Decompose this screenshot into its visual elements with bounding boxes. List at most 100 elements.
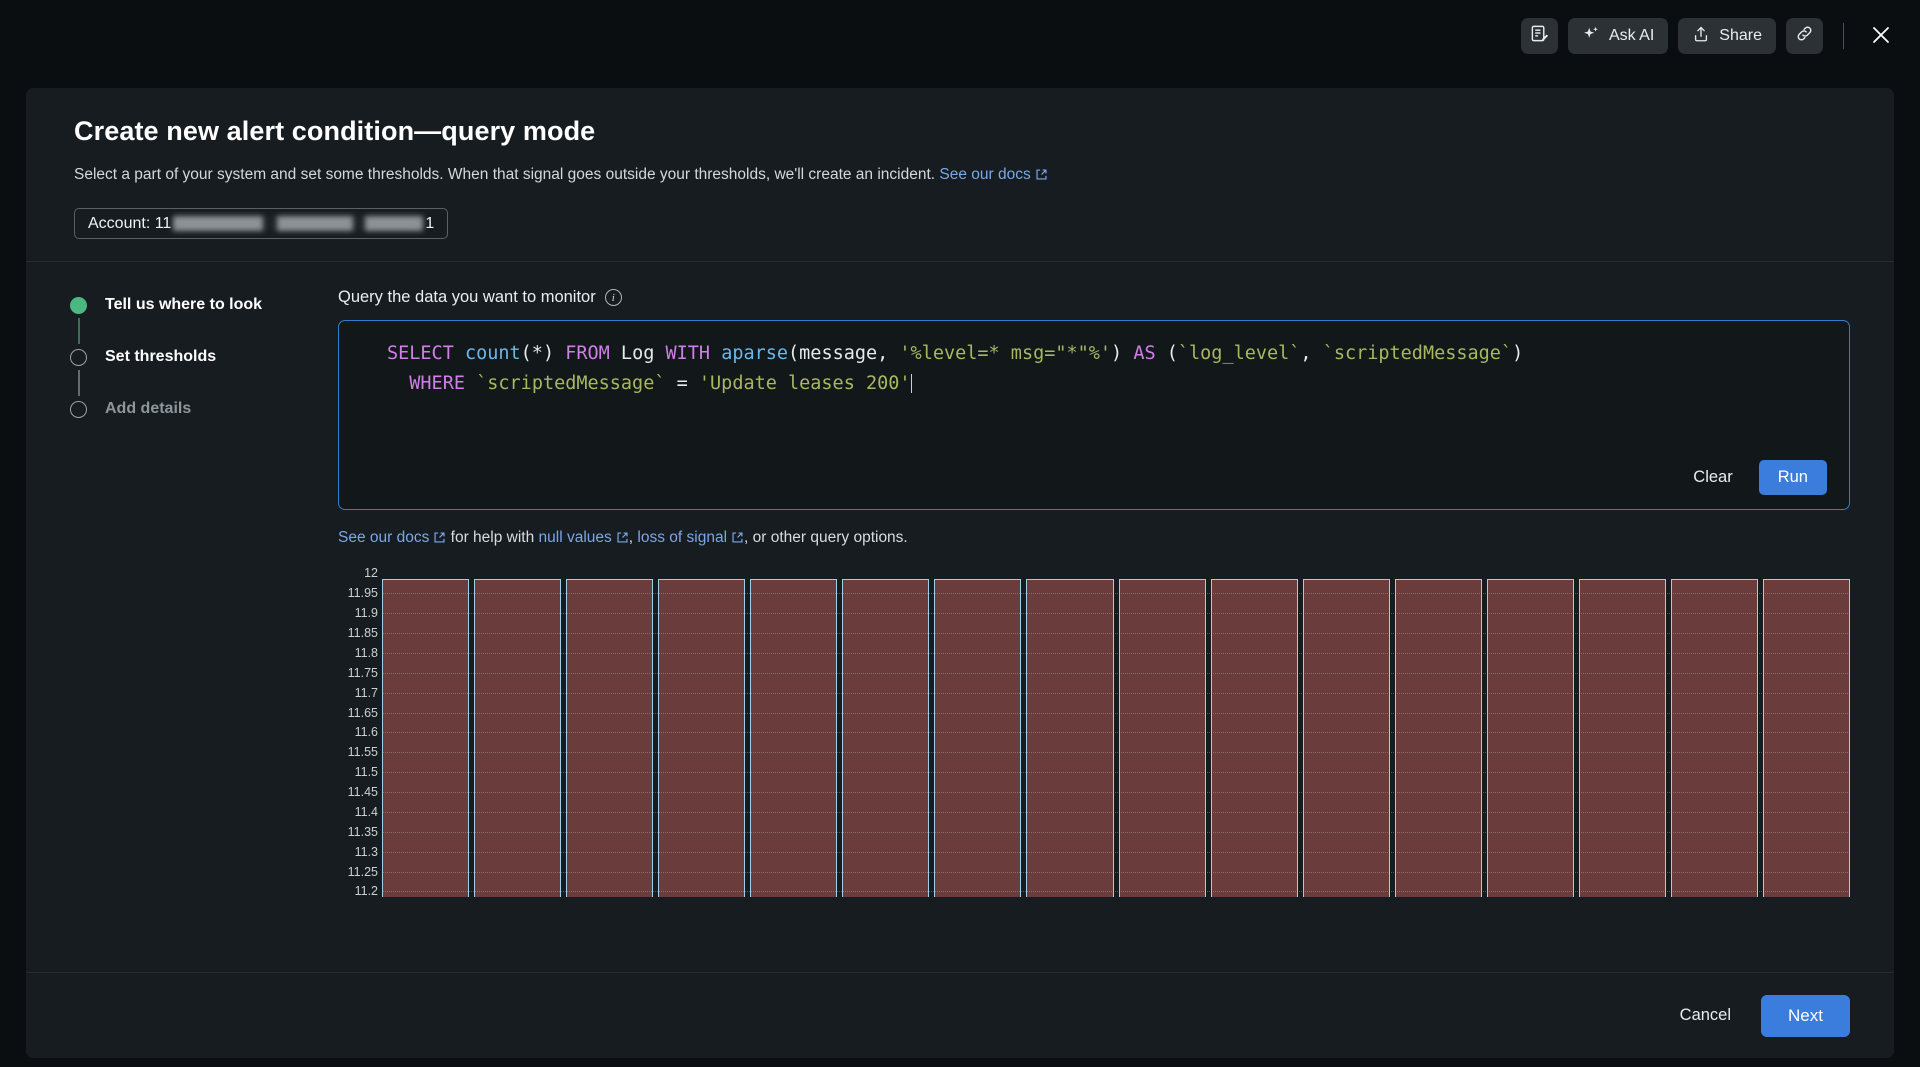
- toolbar-divider: [1843, 23, 1844, 49]
- y-axis-tick-label: 11.5: [355, 765, 378, 779]
- step-set-thresholds[interactable]: Set thresholds: [70, 344, 338, 370]
- chart-gridline: [382, 593, 1850, 594]
- chart-bar[interactable]: [1763, 579, 1850, 897]
- copy-link-button[interactable]: [1786, 18, 1823, 54]
- chart-bar[interactable]: [1303, 579, 1390, 897]
- chart-gridline: [382, 653, 1850, 654]
- code-token: [710, 343, 721, 364]
- modal-body: Tell us where to look Set thresholds Add…: [26, 262, 1894, 972]
- help-mid-text: for help with: [451, 529, 535, 546]
- chart-gridline: [382, 673, 1850, 674]
- share-button[interactable]: Share: [1678, 18, 1776, 54]
- chart-bar[interactable]: [1395, 579, 1482, 897]
- loss-of-signal-link[interactable]: loss of signal: [637, 529, 744, 546]
- y-axis-tick-label: 11.8: [355, 646, 378, 660]
- y-axis-tick-label: 11.7: [355, 686, 378, 700]
- chart-bar[interactable]: [566, 579, 653, 897]
- see-our-docs-link[interactable]: See our docs: [338, 529, 446, 546]
- upload-icon: [1692, 25, 1710, 48]
- code-token: Log: [610, 343, 666, 364]
- code-token: `scriptedMessage`: [1323, 343, 1512, 364]
- chart-bar[interactable]: [1026, 579, 1113, 897]
- account-prefix: Account: 11: [88, 215, 171, 233]
- chart-bar[interactable]: [1211, 579, 1298, 897]
- chart-bar[interactable]: [474, 579, 561, 897]
- account-selector-chip[interactable]: Account: 111: [74, 208, 448, 239]
- y-axis-tick-label: 11.45: [348, 785, 378, 799]
- clear-button[interactable]: Clear: [1689, 462, 1736, 493]
- chart-gridline: [382, 693, 1850, 694]
- link-icon: [1795, 24, 1814, 48]
- code-token: [454, 343, 465, 364]
- close-icon: [1869, 23, 1893, 50]
- external-link-icon: [433, 531, 446, 549]
- external-link-icon: [731, 531, 744, 549]
- chart-gridline: [382, 872, 1850, 873]
- ask-ai-button[interactable]: Ask AI: [1568, 18, 1668, 54]
- see-our-docs-link-header[interactable]: See our docs: [939, 166, 1047, 183]
- step-tell-us-where-to-look[interactable]: Tell us where to look: [70, 292, 338, 318]
- chart-bar[interactable]: [382, 579, 469, 897]
- y-axis-tick-label: 11.65: [348, 706, 378, 720]
- modal-header: Create new alert condition—query mode Se…: [26, 88, 1894, 261]
- step-label: Tell us where to look: [105, 296, 262, 314]
- chart-bar[interactable]: [750, 579, 837, 897]
- info-icon[interactable]: i: [605, 289, 622, 306]
- external-link-icon: [616, 531, 629, 549]
- chart-bar[interactable]: [658, 579, 745, 897]
- query-code[interactable]: SELECT count(*) FROM Log WITH aparse(mes…: [361, 339, 1827, 460]
- chart-bar[interactable]: [842, 579, 929, 897]
- external-link-icon: [1035, 166, 1048, 188]
- chart-gridline: [382, 792, 1850, 793]
- code-token: [465, 373, 476, 394]
- cancel-button[interactable]: Cancel: [1676, 1000, 1735, 1031]
- y-axis-tick-label: 12: [364, 567, 378, 580]
- modal-footer: Cancel Next: [26, 972, 1894, 1058]
- next-button[interactable]: Next: [1761, 995, 1850, 1037]
- code-token: ,: [1300, 343, 1322, 364]
- chart-bar[interactable]: [1579, 579, 1666, 897]
- code-token: FROM: [565, 343, 610, 364]
- chart-bar[interactable]: [934, 579, 1021, 897]
- y-axis-tick-label: 11.4: [355, 805, 378, 819]
- code-token: SELECT: [387, 343, 454, 364]
- account-redacted-region: [173, 216, 423, 231]
- docs-link-label: See our docs: [338, 529, 429, 546]
- chart-gridline: [382, 752, 1850, 753]
- code-token: `log_level`: [1178, 343, 1301, 364]
- step-connector: [78, 318, 80, 344]
- chart-bar[interactable]: [1119, 579, 1206, 897]
- see-our-docs-label: See our docs: [939, 166, 1030, 183]
- null-values-link[interactable]: null values: [539, 529, 629, 546]
- step-add-details[interactable]: Add details: [70, 396, 338, 422]
- step-dot-complete: [70, 297, 87, 314]
- chart-bar[interactable]: [1487, 579, 1574, 897]
- wizard-stepper: Tell us where to look Set thresholds Add…: [26, 262, 338, 972]
- page-subtitle: Select a part of your system and set som…: [74, 164, 1846, 188]
- y-axis-tick-label: 11.75: [348, 666, 378, 680]
- code-token: '%level=* msg="*"%': [899, 343, 1111, 364]
- step-label: Add details: [105, 400, 191, 418]
- y-axis-tick-label: 11.95: [348, 586, 378, 600]
- chart-gridline: [382, 832, 1850, 833]
- step-label: Set thresholds: [105, 348, 216, 366]
- run-button[interactable]: Run: [1759, 460, 1827, 495]
- step-dot-pending: [70, 349, 87, 366]
- chart-gridline: [382, 732, 1850, 733]
- chart-gridline: [382, 852, 1850, 853]
- code-token: (message,: [788, 343, 899, 364]
- chart-gridline: [382, 772, 1850, 773]
- step-dot-pending: [70, 401, 87, 418]
- y-axis-tick-label: 11.85: [348, 626, 378, 640]
- query-editor[interactable]: SELECT count(*) FROM Log WITH aparse(mes…: [338, 320, 1850, 510]
- chart-gridline: [382, 713, 1850, 714]
- chart-bar[interactable]: [1671, 579, 1758, 897]
- query-field-label: Query the data you want to monitor i: [338, 288, 1850, 307]
- chart-plot-area: [382, 567, 1850, 897]
- step-connector: [78, 370, 80, 396]
- query-panel: Query the data you want to monitor i SEL…: [338, 262, 1894, 972]
- code-token: aparse: [721, 343, 788, 364]
- y-axis-tick-label: 11.9: [355, 606, 378, 620]
- close-button[interactable]: [1864, 19, 1898, 53]
- note-edit-button[interactable]: [1521, 18, 1558, 54]
